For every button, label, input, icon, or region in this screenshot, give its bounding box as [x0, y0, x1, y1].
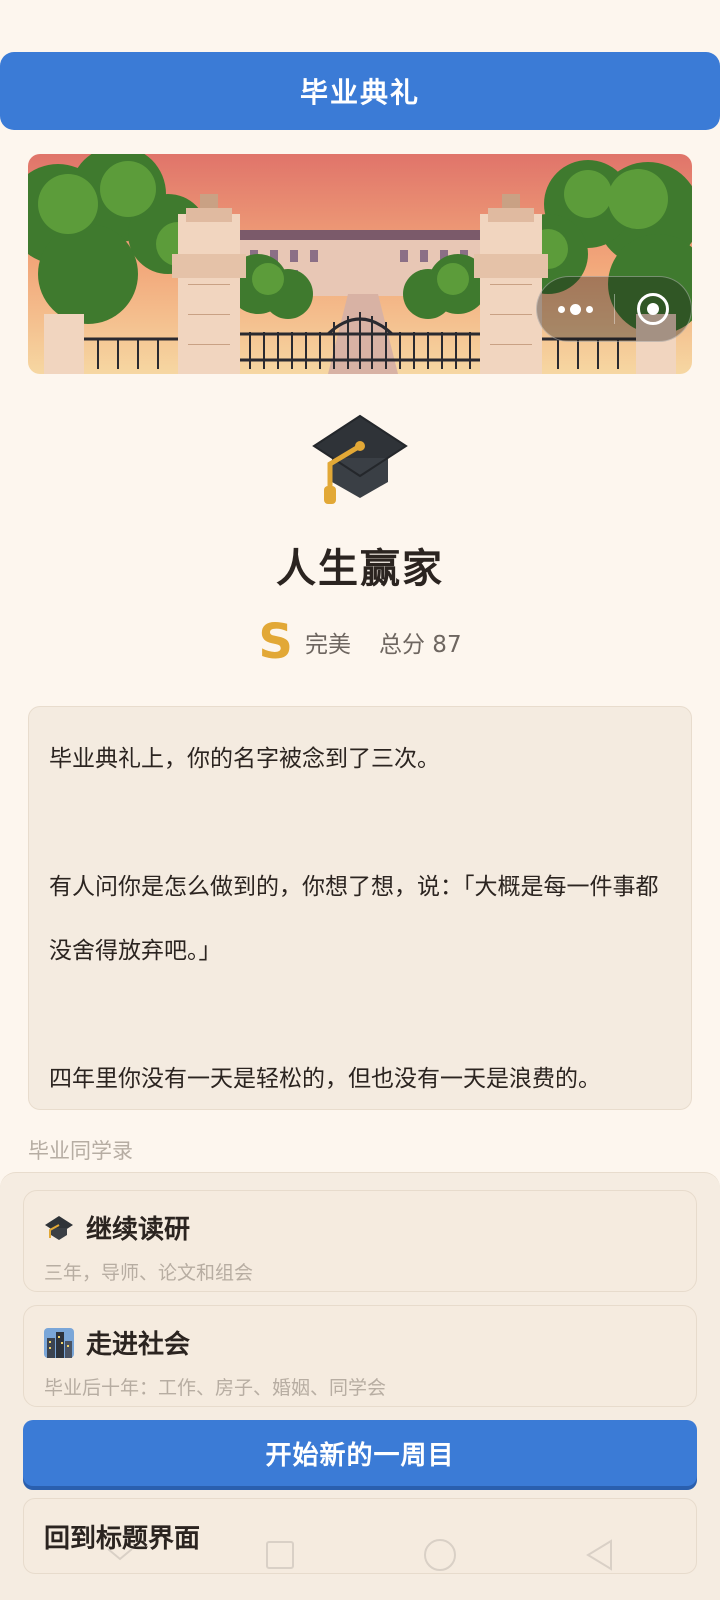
page-title: 毕业典礼: [299, 76, 420, 109]
option-subtitle: 毕业后十年：工作、房子、婚姻、同学会: [44, 1377, 387, 1399]
city-buildings-icon: [44, 1327, 74, 1358]
story-paragraph: 毕业典礼上，你的名字被念到了三次。: [49, 746, 440, 772]
option-graduate-school[interactable]: 继续读研 三年，导师、论文和组会: [23, 1190, 697, 1292]
ending-story-card: 毕业典礼上，你的名字被念到了三次。 有人问你是怎么做到的，你想了想，说：「大概是…: [28, 706, 692, 1110]
home-circle-icon[interactable]: [410, 1525, 470, 1585]
close-capsule-icon[interactable]: [615, 293, 692, 325]
more-dots-icon[interactable]: [537, 303, 614, 315]
grade-label: 完美: [305, 632, 351, 658]
back-triangle-icon[interactable]: [570, 1525, 630, 1585]
page-header: 毕业典礼: [0, 52, 720, 130]
grade-letter: S: [258, 614, 293, 670]
system-nav-bar: [0, 1520, 720, 1590]
option-title: 继续读研: [86, 1215, 191, 1245]
option-title: 走进社会: [86, 1330, 191, 1360]
total-score: 总分 87: [379, 632, 462, 658]
recent-square-icon[interactable]: [250, 1525, 310, 1585]
back-chevron-icon[interactable]: [90, 1525, 150, 1585]
graduation-cap-icon: [45, 1215, 73, 1240]
mini-program-capsule: [536, 276, 692, 342]
option-subtitle: 三年，导师、论文和组会: [44, 1262, 254, 1284]
graduation-cap-icon: [312, 414, 408, 504]
option-enter-society[interactable]: 走进社会 毕业后十年：工作、房子、婚姻、同学会: [23, 1305, 697, 1407]
new-game-button[interactable]: 开始新的一周目: [23, 1420, 697, 1486]
story-paragraph: 有人问你是怎么做到的，你想了想，说：「大概是每一件事都没舍得放弃吧。」: [49, 874, 659, 964]
section-label: 毕业同学录: [28, 1139, 133, 1163]
result-title: 人生赢家: [276, 546, 444, 592]
grade-row: S 完美 总分 87: [0, 618, 720, 666]
story-paragraph: 四年里你没有一天是轻松的，但也没有一天是浪费的。: [49, 1066, 601, 1092]
